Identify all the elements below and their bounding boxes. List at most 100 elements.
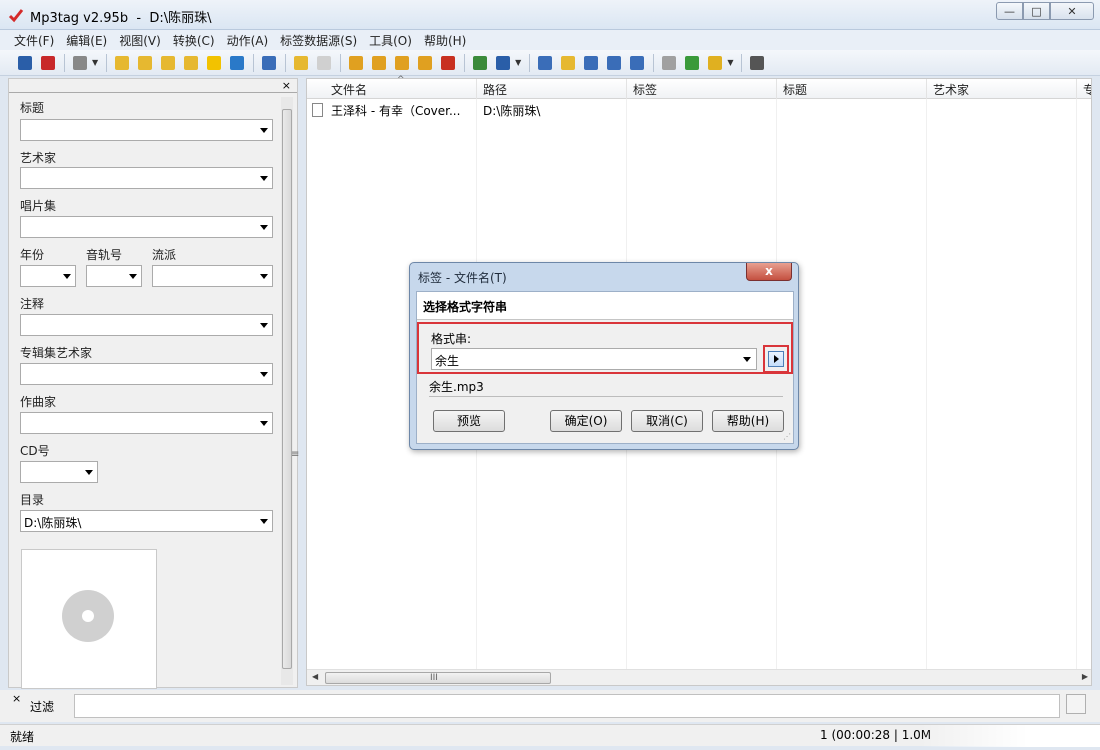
list-icon[interactable] <box>258 53 280 73</box>
year-combo[interactable] <box>20 265 76 287</box>
menu-view[interactable]: 视图(V) <box>113 32 167 49</box>
help-button[interactable]: 帮助(H) <box>712 410 784 432</box>
resize-grip-icon[interactable]: ⋰ <box>783 432 791 441</box>
scroll-left-icon[interactable]: ◀ <box>312 672 318 681</box>
path-cell: D:\陈丽珠\ <box>483 104 541 118</box>
delete-icon[interactable] <box>37 53 59 73</box>
cover-art-box[interactable] <box>21 549 157 689</box>
column-title[interactable]: 标题 <box>777 79 927 99</box>
case-convert-icon[interactable] <box>492 53 514 73</box>
directory-label: 目录 <box>20 493 45 507</box>
title-label: 标题 <box>20 101 45 115</box>
favorites-icon[interactable] <box>203 53 225 73</box>
musicbrainz-icon[interactable] <box>704 53 726 73</box>
add-directory-icon[interactable] <box>134 53 156 73</box>
format-string-combo[interactable]: 余生 <box>431 348 757 370</box>
filter-input[interactable] <box>74 694 1060 718</box>
menu-help[interactable]: 帮助(H) <box>418 32 472 49</box>
number-icon[interactable] <box>626 53 648 73</box>
directory-combo[interactable]: D:\陈丽珠\ <box>20 510 273 532</box>
table-row[interactable]: 王泽科 - 有幸（Cover... D:\陈丽珠\ <box>307 100 1091 120</box>
discogs-icon[interactable] <box>658 53 680 73</box>
dialog-close-button[interactable]: x <box>746 263 792 281</box>
horizontal-scrollbar[interactable]: ◀ III ▶ <box>307 669 1091 685</box>
scroll-thumb[interactable] <box>282 109 292 669</box>
title-combo[interactable] <box>20 119 273 141</box>
export-icon[interactable] <box>557 53 579 73</box>
genre-combo[interactable] <box>152 265 273 287</box>
menu-actions[interactable]: 动作(A) <box>221 32 275 49</box>
format-button-highlight <box>763 345 789 373</box>
reload-icon[interactable] <box>226 53 248 73</box>
cancel-button[interactable]: 取消(C) <box>631 410 703 432</box>
text-tag-icon[interactable] <box>414 53 436 73</box>
undo-icon[interactable] <box>69 53 91 73</box>
tag-tag-icon[interactable] <box>437 53 459 73</box>
toolbar: ▼ ▼ ▼ <box>0 50 1100 76</box>
maximize-button[interactable]: □ <box>1023 2 1050 20</box>
toolbar-separator <box>464 53 466 72</box>
track-combo[interactable] <box>86 265 142 287</box>
chevron-down-icon <box>260 128 268 133</box>
toolbar-separator <box>653 53 655 72</box>
album-artist-combo[interactable] <box>20 363 273 385</box>
window-title: Mp3tag v2.95b - D:\陈丽珠\ <box>30 11 212 26</box>
column-divider <box>926 99 927 669</box>
filter-close-icon[interactable]: × <box>12 692 21 705</box>
year-label: 年份 <box>20 248 45 262</box>
menu-file[interactable]: 文件(F) <box>8 32 60 49</box>
album-combo[interactable] <box>20 216 273 238</box>
menu-convert[interactable]: 转换(C) <box>167 32 221 49</box>
minimize-button[interactable]: — <box>996 2 1023 20</box>
open-folder-icon[interactable] <box>180 53 202 73</box>
dialog-heading-area: 选择格式字符串 <box>417 292 793 320</box>
cd-combo[interactable] <box>20 461 98 483</box>
menu-tag-sources[interactable]: 标签数据源(S) <box>274 32 363 49</box>
filename-tag-icon[interactable] <box>368 53 390 73</box>
change-directory-icon[interactable] <box>111 53 133 73</box>
menu-tools[interactable]: 工具(O) <box>363 32 418 49</box>
filter-bar: × 过滤 <box>0 690 1100 722</box>
import-icon[interactable] <box>603 53 625 73</box>
autonumber-icon[interactable] <box>469 53 491 73</box>
column-filename[interactable]: 文件名 ^ <box>307 75 477 99</box>
chevron-down-icon <box>129 274 137 279</box>
placeholder-menu-button[interactable] <box>768 351 784 367</box>
paste-icon[interactable] <box>313 53 335 73</box>
options-icon[interactable] <box>746 53 768 73</box>
splitter-grip-icon[interactable]: ≡ <box>291 449 299 460</box>
scroll-right-icon[interactable]: ▶ <box>1082 672 1088 681</box>
genre-label: 流派 <box>152 248 177 262</box>
composer-combo[interactable] <box>20 412 273 434</box>
status-bar: 就绪 1 (00:00:28 | 1.0M <box>0 724 1100 747</box>
preview-button[interactable]: 预览 <box>433 410 505 432</box>
filter-button[interactable] <box>1066 694 1086 714</box>
comment-combo[interactable] <box>20 314 273 336</box>
chevron-down-icon <box>260 372 268 377</box>
dropdown-arrow-icon[interactable]: ▼ <box>92 58 98 67</box>
filename-filename-icon[interactable] <box>391 53 413 73</box>
tag-filename-icon[interactable] <box>345 53 367 73</box>
playlist-icon[interactable] <box>580 53 602 73</box>
column-album[interactable]: 专 <box>1077 79 1091 99</box>
ok-button[interactable]: 确定(O) <box>550 410 622 432</box>
menu-edit[interactable]: 编辑(E) <box>60 32 113 49</box>
tag-panel-close-icon[interactable]: × <box>282 79 291 92</box>
dropdown-arrow-icon[interactable]: ▼ <box>727 58 733 67</box>
edit-icon[interactable] <box>534 53 556 73</box>
column-tag[interactable]: 标签 <box>627 79 777 99</box>
scroll-thumb[interactable]: III <box>325 672 551 684</box>
artist-combo[interactable] <box>20 167 273 189</box>
directory-value: D:\陈丽珠\ <box>24 516 82 530</box>
chevron-down-icon <box>63 274 71 279</box>
column-path[interactable]: 路径 <box>477 79 627 99</box>
title-bar: Mp3tag v2.95b - D:\陈丽珠\ — □ ✕ <box>0 0 1100 30</box>
column-artist[interactable]: 艺术家 <box>927 79 1077 99</box>
save-icon[interactable] <box>14 53 36 73</box>
tag-panel-scrollbar[interactable] <box>281 97 293 685</box>
close-window-button[interactable]: ✕ <box>1050 2 1094 20</box>
copy-icon[interactable] <box>290 53 312 73</box>
refresh-icon[interactable] <box>157 53 179 73</box>
freedb-icon[interactable] <box>681 53 703 73</box>
dropdown-arrow-icon[interactable]: ▼ <box>515 58 521 67</box>
